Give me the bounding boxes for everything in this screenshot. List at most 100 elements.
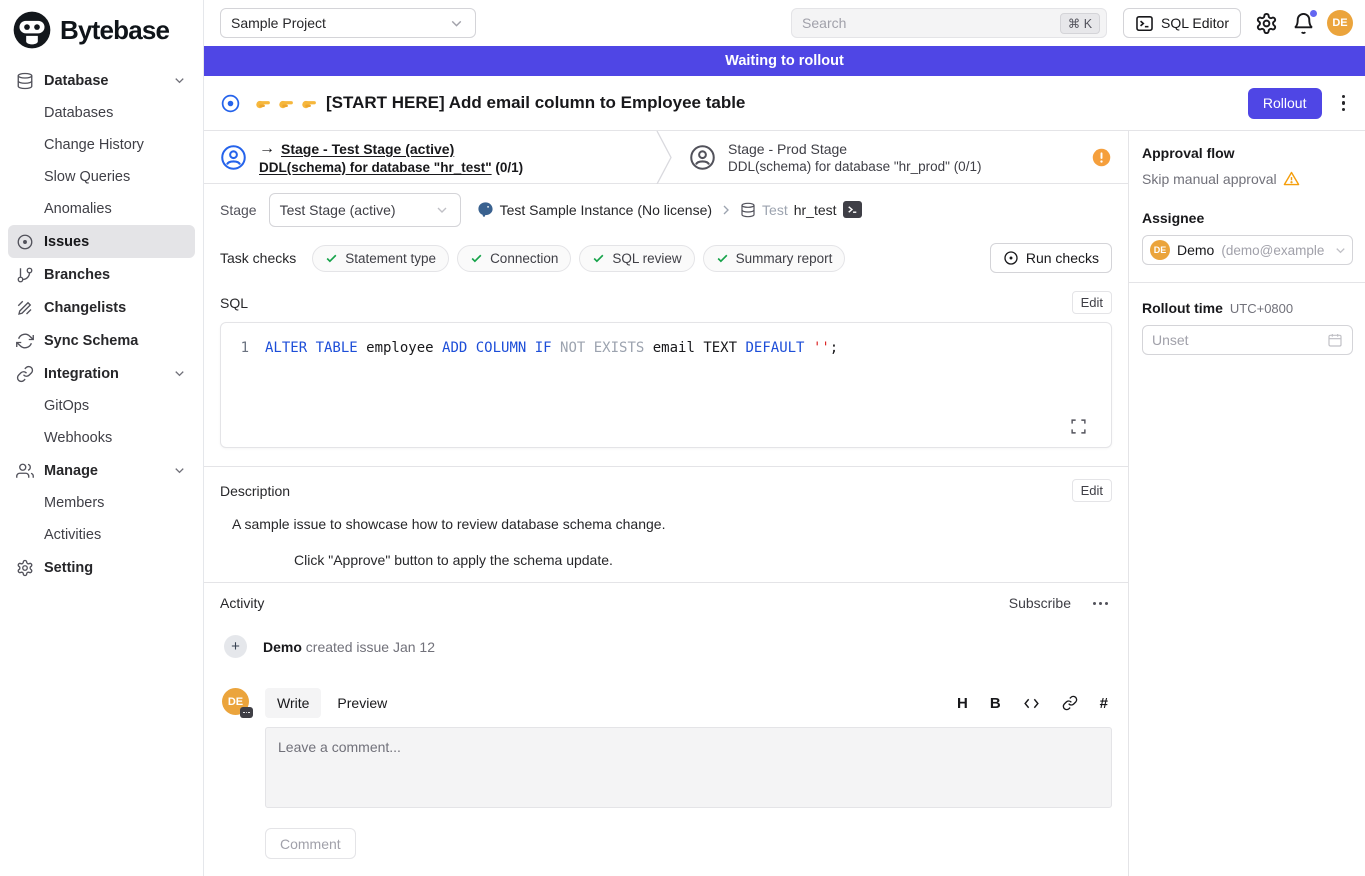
pointing-right-emoji — [253, 95, 274, 112]
assignee-title: Assignee — [1142, 210, 1353, 226]
sidebar-item-anomalies[interactable]: Anomalies — [8, 193, 195, 225]
users-icon — [16, 462, 34, 480]
chevron-right-icon — [718, 202, 734, 218]
search-input[interactable] — [802, 15, 1060, 31]
chat-bubble-icon — [240, 707, 253, 718]
database-icon — [740, 202, 756, 218]
sidebar-item-change-history[interactable]: Change History — [8, 129, 195, 161]
sidebar-item-sync-schema[interactable]: Sync Schema — [8, 324, 195, 357]
stage-title: Stage - Prod Stage — [728, 141, 981, 157]
sidebar-item-database[interactable]: Database — [8, 64, 195, 97]
rollout-button[interactable]: Rollout — [1248, 88, 1322, 119]
link-format-icon[interactable] — [1062, 695, 1078, 711]
check-pill-statement-type[interactable]: Statement type — [312, 245, 449, 272]
check-pill-connection[interactable]: Connection — [457, 245, 571, 272]
stage-task: DDL(schema) for database "hr_prod" (0/1) — [728, 159, 981, 174]
issue-header: [START HERE] Add email column to Employe… — [204, 76, 1365, 131]
rollout-timezone: UTC+0800 — [1230, 301, 1293, 316]
subscribe-button[interactable]: Subscribe — [1009, 595, 1071, 611]
check-pill-label: SQL review — [612, 251, 681, 266]
notifications-bell-button[interactable] — [1292, 12, 1315, 35]
database-name[interactable]: hr_test — [794, 202, 837, 218]
task-checks-label: Task checks — [220, 250, 296, 266]
code-format-icon[interactable] — [1023, 695, 1040, 712]
chevron-down-icon — [172, 463, 187, 478]
settings-gear-button[interactable] — [1255, 12, 1278, 35]
sidebar-item-label: Members — [44, 495, 104, 511]
instance-name[interactable]: Test Sample Instance (No license) — [500, 202, 712, 218]
comment-submit-button[interactable]: Comment — [265, 828, 356, 859]
git-branch-icon — [16, 266, 34, 284]
calendar-icon — [1327, 332, 1343, 348]
sidebar-item-manage[interactable]: Manage — [8, 454, 195, 487]
check-icon — [470, 252, 483, 265]
warning-circle-icon — [1091, 147, 1112, 168]
sidebar-item-integration[interactable]: Integration — [8, 357, 195, 390]
project-select[interactable]: Sample Project — [220, 8, 476, 38]
stage-flow: → Stage - Test Stage (active) DDL(schema… — [204, 131, 1128, 184]
sidebar-item-issues[interactable]: Issues — [8, 225, 195, 258]
status-banner-text: Waiting to rollout — [725, 53, 844, 69]
check-icon — [592, 252, 605, 265]
sidebar-item-setting[interactable]: Setting — [8, 551, 195, 584]
stage-select[interactable]: Test Stage (active) — [269, 193, 461, 227]
open-sql-editor-icon[interactable] — [843, 201, 862, 218]
stage-task-link[interactable]: DDL(schema) for database "hr_test" — [259, 160, 492, 175]
issue-open-status-icon — [220, 93, 241, 114]
commenter-avatar: DE — [222, 688, 249, 715]
description-section: Description Edit A sample issue to showc… — [204, 466, 1128, 582]
run-icon — [1003, 250, 1019, 266]
expand-fullscreen-icon[interactable] — [1070, 418, 1087, 435]
more-options-kebab-icon[interactable] — [1338, 91, 1350, 116]
rollout-time-picker[interactable]: Unset — [1142, 325, 1353, 355]
description-edit-button[interactable]: Edit — [1072, 479, 1112, 502]
sql-editor-button[interactable]: SQL Editor — [1123, 8, 1241, 38]
task-checks-row: Task checks Statement type Connection SQ… — [204, 235, 1128, 281]
activity-section: Activity Subscribe + Demo created issue … — [204, 582, 1128, 859]
hash-format-icon[interactable]: # — [1100, 695, 1108, 712]
bold-format-icon[interactable]: B — [990, 695, 1001, 712]
user-avatar[interactable]: DE — [1327, 10, 1353, 36]
stage-select-row: Stage Test Stage (active) Test Sample In… — [204, 184, 1128, 235]
project-select-value: Sample Project — [231, 15, 326, 31]
brand-logo[interactable]: Bytebase — [0, 0, 203, 56]
sidebar-item-branches[interactable]: Branches — [8, 258, 195, 291]
stage-label: Stage — [220, 202, 257, 218]
assignee-select[interactable]: DE Demo (demo@example — [1142, 235, 1353, 265]
description-text-line2: Click "Approve" button to apply the sche… — [294, 552, 1112, 568]
check-pill-sql-review[interactable]: SQL review — [579, 245, 694, 272]
sidebar-item-label: Sync Schema — [44, 333, 138, 349]
sidebar-item-databases[interactable]: Databases — [8, 97, 195, 129]
comment-editor: DE Write Preview H B — [222, 688, 1112, 859]
sidebar-item-label: Webhooks — [44, 430, 112, 446]
sidebar-item-activities[interactable]: Activities — [8, 519, 195, 551]
heading-format-icon[interactable]: H — [957, 695, 968, 712]
sidebar-item-members[interactable]: Members — [8, 487, 195, 519]
search-shortcut-badge: ⌘ K — [1060, 13, 1100, 34]
comment-input[interactable] — [265, 727, 1112, 808]
run-checks-button[interactable]: Run checks — [990, 243, 1112, 273]
sidebar-item-gitops[interactable]: GitOps — [8, 390, 195, 422]
tab-preview[interactable]: Preview — [325, 688, 399, 718]
sidebar-item-label: GitOps — [44, 398, 89, 414]
sidebar-item-label: Integration — [44, 366, 119, 382]
activity-entry: + Demo created issue Jan 12 — [224, 635, 1112, 658]
description-text-line1: A sample issue to showcase how to review… — [232, 516, 1112, 532]
sql-statement: ALTER TABLE employee ADD COLUMN IF NOT E… — [265, 338, 838, 358]
search-box[interactable]: ⌘ K — [791, 8, 1107, 38]
issue-title-text: [START HERE] Add email column to Employe… — [326, 93, 745, 113]
sql-edit-button[interactable]: Edit — [1072, 291, 1112, 314]
plus-event-icon: + — [224, 635, 247, 658]
sidebar-item-changelists[interactable]: Changelists — [8, 291, 195, 324]
sidebar-item-webhooks[interactable]: Webhooks — [8, 422, 195, 454]
check-pill-summary-report[interactable]: Summary report — [703, 245, 846, 272]
stage-card-prod[interactable]: Stage - Prod Stage DDL(schema) for datab… — [673, 131, 1128, 183]
tab-write[interactable]: Write — [265, 688, 321, 718]
activity-more-options-icon[interactable] — [1089, 598, 1112, 609]
link-icon — [16, 365, 34, 383]
sidebar-item-label: Anomalies — [44, 201, 112, 217]
sidebar-item-label: Setting — [44, 560, 93, 576]
sidebar-item-slow-queries[interactable]: Slow Queries — [8, 161, 195, 193]
stage-card-test[interactable]: → Stage - Test Stage (active) DDL(schema… — [204, 131, 656, 183]
sql-code-editor[interactable]: 1 ALTER TABLE employee ADD COLUMN IF NOT… — [220, 322, 1112, 448]
